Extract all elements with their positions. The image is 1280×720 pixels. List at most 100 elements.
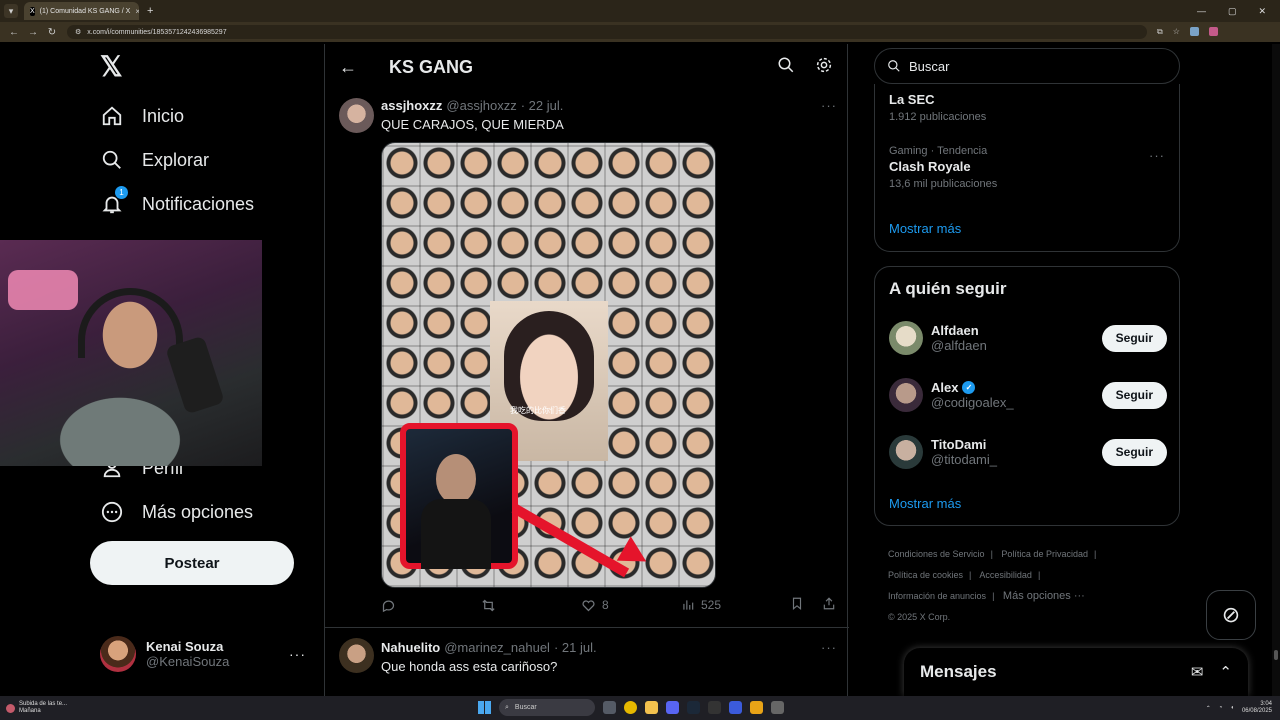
footer-privacy-link[interactable]: Política de Privacidad [1001, 549, 1088, 559]
translate-icon[interactable]: ⧉ [1157, 27, 1163, 37]
bookmark-star-icon[interactable]: ☆ [1173, 27, 1180, 37]
tweet-author-handle[interactable]: @assjhoxzz [446, 98, 516, 113]
footer-terms-link[interactable]: Condiciones de Servicio [888, 549, 985, 559]
tweet-date[interactable]: · 22 jul. [521, 98, 564, 113]
follow-user-name[interactable]: Alex [931, 380, 958, 395]
more-horizontal-icon[interactable]: ··· [1149, 148, 1165, 163]
file-explorer-icon[interactable] [645, 701, 658, 714]
trend-item[interactable]: Gaming · Tendencia Clash Royale 13,6 mil… [889, 145, 997, 190]
new-message-icon[interactable]: ✉ [1191, 663, 1204, 681]
v-app-icon[interactable] [729, 701, 742, 714]
tray-chevron-icon[interactable]: ⌃ [1206, 705, 1211, 712]
search-icon[interactable] [777, 56, 795, 79]
vlc-icon[interactable] [750, 701, 763, 714]
maximize-icon[interactable]: ▢ [1228, 6, 1237, 17]
new-tab-button[interactable]: + [147, 5, 153, 17]
nav-item-notifications[interactable]: 1 Notificaciones [100, 186, 254, 216]
search-input[interactable] [909, 58, 1149, 74]
follow-button[interactable]: Seguir [1101, 438, 1167, 466]
windows-start-icon[interactable] [478, 701, 491, 714]
follow-user-name[interactable]: Alfdaen [931, 323, 987, 338]
clock[interactable]: 3:04 06/08/2025 [1242, 701, 1272, 715]
trend-count: 1.912 publicaciones [889, 111, 987, 123]
volume-icon[interactable]: ◖ [1230, 705, 1234, 711]
extension-icons: ⧉ ☆ [1157, 27, 1218, 37]
footer-ads-link[interactable]: Información de anuncios [888, 591, 986, 601]
steam-icon[interactable] [687, 701, 700, 714]
back-arrow-icon[interactable]: ← [339, 57, 359, 78]
task-view-icon[interactable] [603, 701, 616, 714]
footer-more-link[interactable]: Más opciones ··· [1003, 590, 1085, 602]
expand-chevron-icon[interactable]: ⌃ [1219, 663, 1232, 681]
tweet[interactable]: assjhoxzz @assjhoxzz · 22 jul. ··· QUE C… [325, 90, 849, 628]
tweet-author-name[interactable]: assjhoxzz [381, 98, 442, 113]
x-logo-icon[interactable]: 𝕏 [100, 53, 126, 81]
tweet-avatar[interactable] [339, 638, 374, 673]
discord-icon[interactable] [666, 701, 679, 714]
follow-user-row[interactable]: Alex ✓ @codigoalex_ Seguir [889, 376, 1167, 414]
nav-item-home[interactable]: Inicio [100, 104, 184, 128]
gear-icon[interactable] [815, 56, 833, 79]
tweet[interactable]: Nahuelito @marinez_nahuel · 21 jul. ··· … [325, 628, 849, 696]
show-more-follow-link[interactable]: Mostrar más [889, 496, 961, 511]
tab-close-icon[interactable]: × [135, 7, 139, 16]
avatar[interactable] [889, 378, 923, 412]
chrome-icon[interactable] [624, 701, 637, 714]
footer-cookies-link[interactable]: Política de cookies [888, 570, 963, 580]
more-horizontal-icon[interactable]: ··· [289, 646, 306, 662]
reload-icon[interactable]: ↻ [47, 27, 57, 38]
search-box[interactable] [874, 48, 1180, 84]
follow-button[interactable]: Seguir [1101, 324, 1167, 352]
share-icon[interactable] [822, 596, 836, 614]
settings-gear-icon[interactable] [771, 701, 784, 714]
tweet-author-name[interactable]: Nahuelito [381, 640, 440, 655]
grok-icon[interactable]: ⊘ [1206, 590, 1256, 640]
show-more-trends-link[interactable]: Mostrar más [889, 221, 961, 236]
tweet-author-handle[interactable]: @marinez_nahuel [444, 640, 550, 655]
tweet-date[interactable]: · 21 jul. [554, 640, 597, 655]
retweet-icon[interactable] [481, 598, 581, 613]
tab-menu-button[interactable]: ▾ [4, 4, 18, 18]
address-bar[interactable]: ⚙ x.com/i/communities/185357124243698529… [67, 25, 1147, 39]
nav-item-explore[interactable]: Explorar [100, 148, 209, 172]
trend-item[interactable]: La SEC 1.912 publicaciones [889, 90, 986, 123]
follow-user-name[interactable]: TitoDami [931, 437, 997, 452]
forward-nav-icon[interactable]: → [28, 27, 38, 38]
minimize-icon[interactable]: — [1197, 6, 1206, 17]
avatar[interactable] [889, 321, 923, 355]
account-switcher[interactable]: Kenai Souza @KenaiSouza ··· [100, 636, 310, 672]
nav-label-explore: Explorar [142, 149, 210, 170]
reply-icon[interactable] [381, 598, 481, 613]
post-button[interactable]: Postear [90, 541, 294, 585]
avatar[interactable] [889, 435, 923, 469]
app-icon[interactable] [708, 701, 721, 714]
taskbar-search[interactable]: ⌕ Buscar [499, 699, 595, 716]
nav-item-more-options[interactable]: Más opciones [100, 500, 253, 524]
bookmark-icon[interactable] [790, 596, 804, 614]
x-favicon-icon: X [30, 6, 35, 16]
extension-icon[interactable] [1189, 27, 1199, 36]
back-nav-icon[interactable]: ← [9, 27, 19, 38]
footer-accessibility-link[interactable]: Accesibilidad [979, 570, 1032, 580]
scrollbar[interactable] [1272, 44, 1280, 696]
bell-icon: 1 [100, 186, 128, 216]
site-info-icon[interactable]: ⚙ [75, 28, 81, 36]
close-window-icon[interactable]: ✕ [1258, 6, 1266, 17]
follow-button[interactable]: Seguir [1101, 381, 1167, 409]
follow-user-row[interactable]: Alfdaen @alfdaen Seguir [889, 319, 1167, 357]
more-horizontal-icon[interactable]: ··· [821, 98, 837, 113]
more-horizontal-icon[interactable]: ··· [821, 640, 837, 655]
views-button[interactable]: 525 [681, 598, 785, 612]
tweet-media-image[interactable]: 我吃的比你们香 [381, 142, 716, 588]
weather-widget[interactable]: Subida de las te... Mañana [6, 701, 67, 715]
profile-extension-icon[interactable] [1208, 27, 1218, 36]
browser-tab[interactable]: X (1) Comunidad KS GANG / X × [24, 2, 139, 20]
scrollbar-thumb[interactable] [1274, 650, 1278, 660]
messages-drawer[interactable]: Mensajes ✉ ⌃ [904, 648, 1248, 696]
network-icon[interactable]: ◔ [1219, 705, 1223, 711]
follow-user-row[interactable]: TitoDami @titodami_ Seguir [889, 433, 1167, 471]
notification-badge: 1 [115, 186, 128, 199]
tweet-avatar[interactable] [339, 98, 374, 133]
trend-name: Clash Royale [889, 159, 971, 174]
like-button[interactable]: 8 [581, 598, 681, 613]
